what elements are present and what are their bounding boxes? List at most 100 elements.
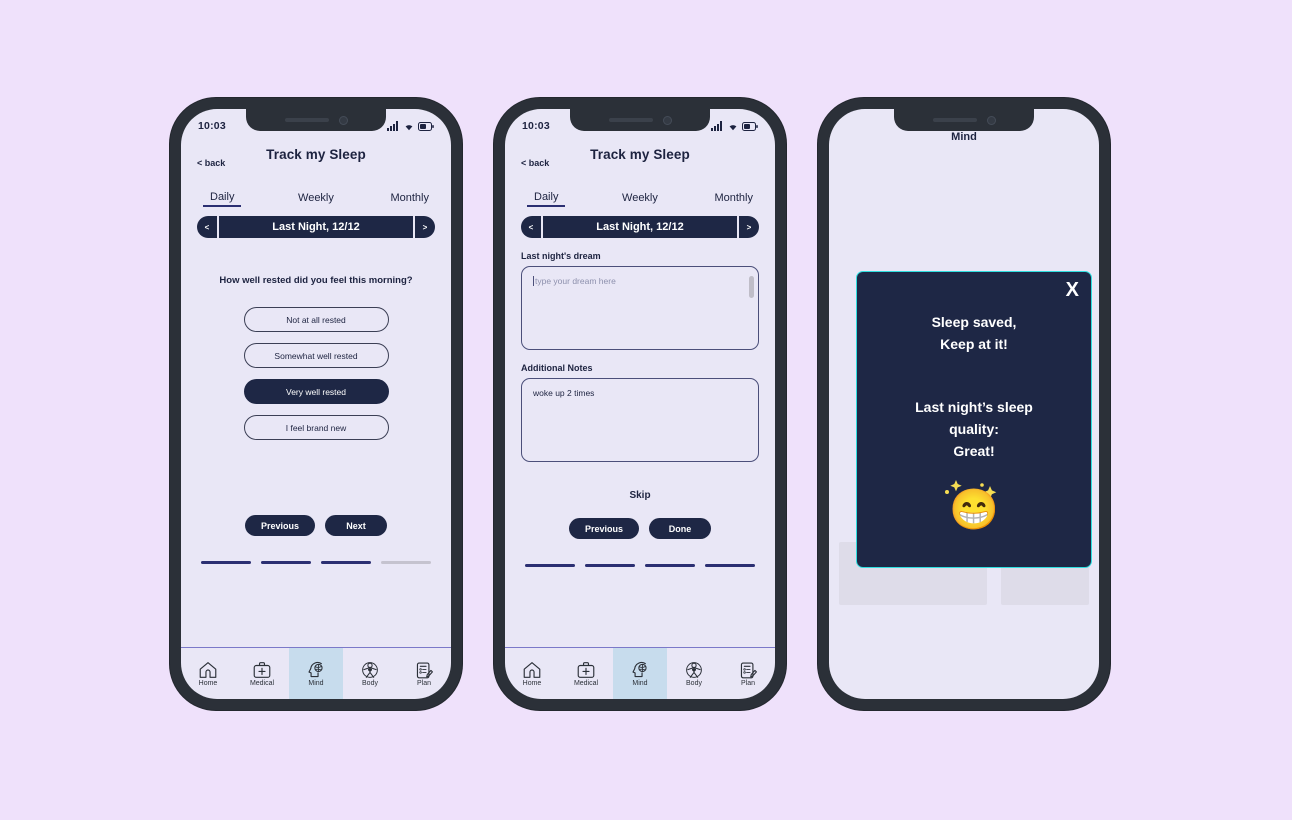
nav-item-medical[interactable]: Medical [559, 648, 613, 699]
clipboard-pencil-icon [416, 661, 433, 678]
nav-label-home: Home [522, 679, 542, 687]
modal-heading: Sleep saved, Keep at it! [857, 312, 1091, 355]
mind-page-title: Mind [951, 131, 977, 143]
status-time: 10:03 [198, 120, 226, 132]
nav-label-mind: Mind [308, 679, 324, 687]
notes-textarea[interactable]: woke up 2 times [521, 378, 759, 462]
rest-question: How well rested did you feel this mornin… [219, 275, 413, 286]
canvas: 10:03 < back Track my Sleep Daily Weekly… [0, 0, 1292, 820]
option-not-at-all-rested[interactable]: Not at all rested [243, 307, 389, 333]
body-figure-icon [362, 661, 378, 678]
medical-briefcase-icon [577, 661, 595, 678]
grinning-face-emoji: 😁 [949, 488, 999, 533]
nav-item-home[interactable]: Home [181, 648, 235, 699]
previous-button[interactable]: Previous [568, 518, 640, 539]
body-figure-icon [686, 661, 702, 678]
period-tabs: Daily Weekly Monthly [505, 191, 775, 207]
step-2 [585, 564, 635, 567]
step-indicator [505, 564, 775, 567]
nav-label-plan: Plan [740, 679, 755, 687]
battery-icon [742, 122, 758, 131]
speaker-slit [608, 118, 653, 122]
phone-notch [894, 109, 1034, 131]
head-brain-icon [632, 661, 647, 677]
speaker-slit [284, 118, 329, 122]
option-somewhat-well-rested[interactable]: Somewhat well rested [243, 343, 389, 369]
option-i-feel-brand-new[interactable]: I feel brand new [243, 415, 389, 441]
previous-button[interactable]: Previous [244, 515, 316, 537]
nav-item-home[interactable]: Home [505, 648, 559, 699]
head-brain-icon [308, 661, 323, 677]
front-camera [986, 115, 996, 125]
status-time: 10:03 [522, 120, 550, 132]
dream-scrollbar-thumb[interactable] [749, 276, 754, 298]
bottom-navigation-1: Home Medical Mind Body Plan [181, 647, 451, 699]
phone-notch [246, 109, 386, 131]
next-button[interactable]: Next [325, 515, 388, 537]
skip-link[interactable]: Skip [505, 490, 775, 501]
nav-label-home: Home [198, 679, 218, 687]
date-next-button[interactable]: > [413, 216, 435, 238]
nav-label-mind: Mind [632, 679, 648, 687]
nav-item-mind[interactable]: Mind [289, 648, 343, 699]
phone-1-content: < back Track my Sleep Daily Weekly Month… [181, 139, 451, 699]
nav-item-body[interactable]: Body [343, 648, 397, 699]
phone-mockup-3: Mind X Sleep saved, Keep at it! Last nig… [818, 98, 1110, 710]
nav-item-medical[interactable]: Medical [235, 648, 289, 699]
done-button[interactable]: Done [649, 518, 712, 539]
date-selector: < Last Night, 12/12 > [197, 216, 435, 238]
front-camera [662, 115, 672, 125]
dream-textarea[interactable]: type your dream here [521, 266, 759, 350]
tab-weekly[interactable]: Weekly [622, 192, 658, 206]
step-3 [645, 564, 695, 567]
tab-daily[interactable]: Daily [203, 191, 242, 207]
phone-3-screen: Mind X Sleep saved, Keep at it! Last nig… [829, 109, 1099, 699]
tab-daily[interactable]: Daily [527, 191, 566, 207]
modal-subheading-line-2: quality: [949, 421, 999, 438]
tab-monthly[interactable]: Monthly [390, 192, 429, 206]
notes-value: woke up 2 times [533, 388, 595, 398]
phone-1-topbar: < back Track my Sleep [181, 139, 451, 177]
phone-mockup-2: 10:03 < back Track my Sleep Daily Weekly… [494, 98, 786, 710]
nav-label-medical: Medical [249, 679, 275, 687]
nav-item-body[interactable]: Body [667, 648, 721, 699]
date-selector: < Last Night, 12/12 > [521, 216, 759, 238]
modal-subheading: Last night’s sleep quality: Great! [857, 397, 1091, 462]
step-4 [381, 561, 431, 565]
step-1 [201, 561, 251, 565]
text-caret [533, 276, 534, 286]
nav-label-body: Body [686, 679, 702, 687]
phone-2-topbar: < back Track my Sleep [505, 139, 775, 177]
rest-options: Not at all rested Somewhat well rested V… [181, 307, 451, 441]
clipboard-pencil-icon [740, 661, 757, 678]
status-icons [711, 121, 758, 131]
modal-subheading-line-1: Last night’s sleep [915, 399, 1033, 416]
home-icon [523, 661, 541, 678]
emoji-area: 😁 [857, 476, 1091, 538]
nav-item-plan[interactable]: Plan [721, 648, 775, 699]
phone-mockup-1: 10:03 < back Track my Sleep Daily Weekly… [170, 98, 462, 710]
signal-icon [387, 121, 398, 131]
dream-placeholder: type your dream here [535, 276, 616, 286]
date-label: Last Night, 12/12 [272, 221, 360, 233]
close-icon[interactable]: X [1066, 280, 1079, 300]
tab-weekly[interactable]: Weekly [298, 192, 334, 206]
option-very-well-rested[interactable]: Very well rested [243, 379, 389, 405]
nav-item-mind[interactable]: Mind [613, 648, 667, 699]
date-next-button[interactable]: > [737, 216, 759, 238]
step-4 [705, 564, 755, 567]
front-camera [338, 115, 348, 125]
tab-monthly[interactable]: Monthly [714, 192, 753, 206]
nav-label-plan: Plan [416, 679, 431, 687]
status-icons [387, 121, 434, 131]
notes-field-label: Additional Notes [521, 363, 593, 373]
phone-1-nav-buttons: Previous Next [181, 515, 451, 537]
date-prev-button[interactable]: < [521, 216, 543, 238]
date-prev-button[interactable]: < [197, 216, 219, 238]
nav-item-plan[interactable]: Plan [397, 648, 451, 699]
page-title: Track my Sleep [266, 147, 366, 162]
modal-heading-line-1: Sleep saved, [931, 314, 1017, 330]
sleep-saved-modal: X Sleep saved, Keep at it! Last night’s … [856, 271, 1092, 568]
battery-icon [418, 122, 434, 131]
step-indicator [181, 561, 451, 565]
